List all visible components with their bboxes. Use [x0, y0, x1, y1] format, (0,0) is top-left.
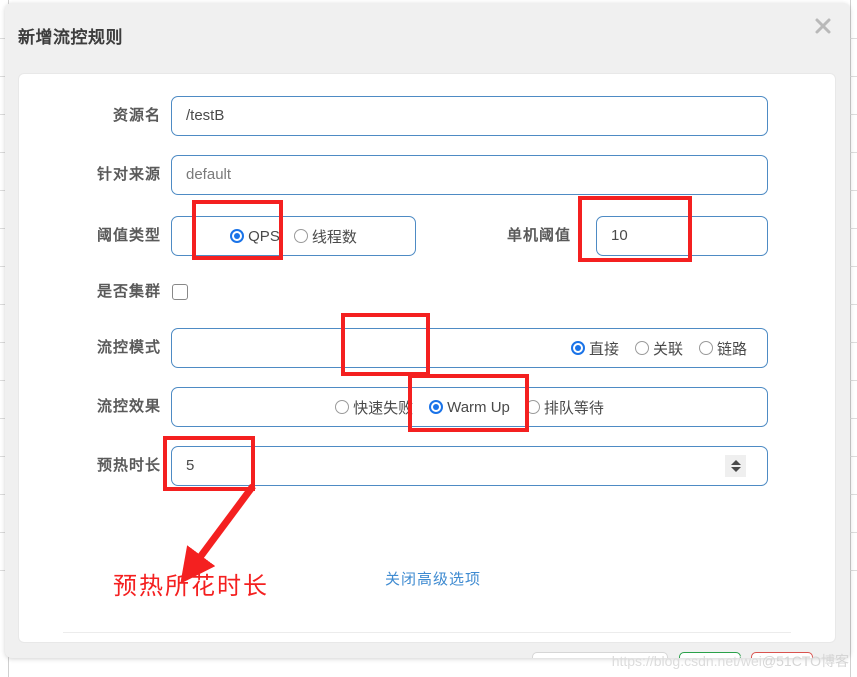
footer-divider — [63, 632, 791, 633]
label-single-threshold: 单机阈值 — [506, 227, 571, 244]
radio-label-thread-count: 线程数 — [311, 228, 357, 246]
radio-label-qps: QPS — [248, 227, 280, 245]
label-flow-mode: 流控模式 — [96, 339, 161, 356]
stepper-down-icon[interactable] — [730, 467, 741, 472]
radio-option-thread-count[interactable]: 线程数 — [293, 226, 357, 247]
single-threshold-input[interactable]: 10 — [596, 216, 768, 256]
origin-input[interactable]: default — [171, 155, 768, 195]
radio-dot-direct[interactable] — [570, 341, 585, 355]
form-row-origin: 针对来源 default — [19, 155, 835, 195]
radio-dot-qps[interactable] — [230, 229, 245, 243]
form-row-warmup-duration: 预热时长 5 — [19, 446, 835, 486]
annotation-note-text: 预热所花时长 — [113, 573, 269, 600]
dialog-title: 新增流控规则 — [18, 28, 123, 47]
add-flow-rule-dialog: 新增流控规则 资源名 /testB 针对来源 default 阈值类型 QPS … — [5, 3, 850, 658]
warmup-duration-input[interactable]: 5 — [171, 446, 768, 486]
radio-label-warm-up: Warm Up — [447, 398, 510, 416]
label-resource-name: 资源名 — [112, 107, 161, 124]
radio-label-queue-wait: 排队等待 — [543, 399, 604, 417]
form-row-resource-name: 资源名 /testB — [19, 96, 835, 136]
form-row-threshold-type: 阈值类型 QPS 线程数 单机阈值 10 — [19, 216, 835, 256]
radio-dot-chain[interactable] — [698, 341, 713, 355]
form-row-flow-mode: 流控模式 直接 关联 链路 — [19, 328, 835, 368]
radio-option-qps[interactable]: QPS — [230, 228, 280, 245]
label-threshold-type: 阈值类型 — [96, 227, 161, 244]
radio-label-fast-fail: 快速失败 — [353, 399, 414, 417]
toggle-advanced-options-link[interactable]: 关闭高级选项 — [385, 568, 481, 589]
radio-option-associated[interactable]: 关联 — [634, 338, 683, 359]
watermark-url: https://blog.csdn.net/wei — [611, 653, 762, 669]
label-warmup-duration: 预热时长 — [96, 457, 161, 474]
watermark-brand: @51CTO博客 — [761, 653, 849, 669]
radio-dot-warm-up[interactable] — [429, 400, 444, 414]
radio-option-warm-up[interactable]: Warm Up — [429, 399, 510, 416]
watermark: https://blog.csdn.net/wei@51CTO博客 — [612, 651, 849, 671]
radio-option-fast-fail[interactable]: 快速失败 — [335, 397, 413, 418]
dialog-header: 新增流控规则 — [5, 3, 850, 73]
radio-label-direct: 直接 — [588, 340, 619, 358]
flow-effect-radio-group[interactable]: 快速失败 Warm Up 排队等待 — [171, 387, 768, 427]
label-flow-effect: 流控效果 — [96, 398, 161, 415]
threshold-type-radio-group[interactable]: QPS 线程数 — [171, 216, 416, 256]
radio-dot-associated[interactable] — [634, 341, 649, 355]
warmup-duration-stepper[interactable] — [725, 455, 746, 477]
is-cluster-checkbox[interactable] — [172, 284, 188, 300]
radio-label-chain: 链路 — [716, 340, 747, 358]
label-origin: 针对来源 — [96, 166, 161, 183]
radio-dot-fast-fail[interactable] — [335, 400, 350, 414]
radio-option-chain[interactable]: 链路 — [698, 338, 747, 359]
flow-rule-form: 资源名 /testB 针对来源 default 阈值类型 QPS 线程数 单机阈… — [18, 73, 836, 658]
radio-label-associated: 关联 — [652, 340, 683, 358]
label-is-cluster: 是否集群 — [96, 283, 161, 300]
radio-dot-queue-wait[interactable] — [525, 400, 540, 414]
form-row-flow-effect: 流控效果 快速失败 Warm Up 排队等待 — [19, 387, 835, 427]
radio-dot-thread-count[interactable] — [293, 229, 308, 243]
radio-option-queue-wait[interactable]: 排队等待 — [525, 397, 604, 418]
close-icon[interactable] — [808, 11, 838, 41]
resource-name-input[interactable]: /testB — [171, 96, 768, 136]
radio-option-direct[interactable]: 直接 — [570, 338, 619, 359]
form-row-is-cluster: 是否集群 — [19, 272, 835, 312]
stepper-up-icon[interactable] — [730, 460, 741, 465]
background-right-rule — [850, 0, 851, 677]
flow-mode-radio-group[interactable]: 直接 关联 链路 — [171, 328, 768, 368]
